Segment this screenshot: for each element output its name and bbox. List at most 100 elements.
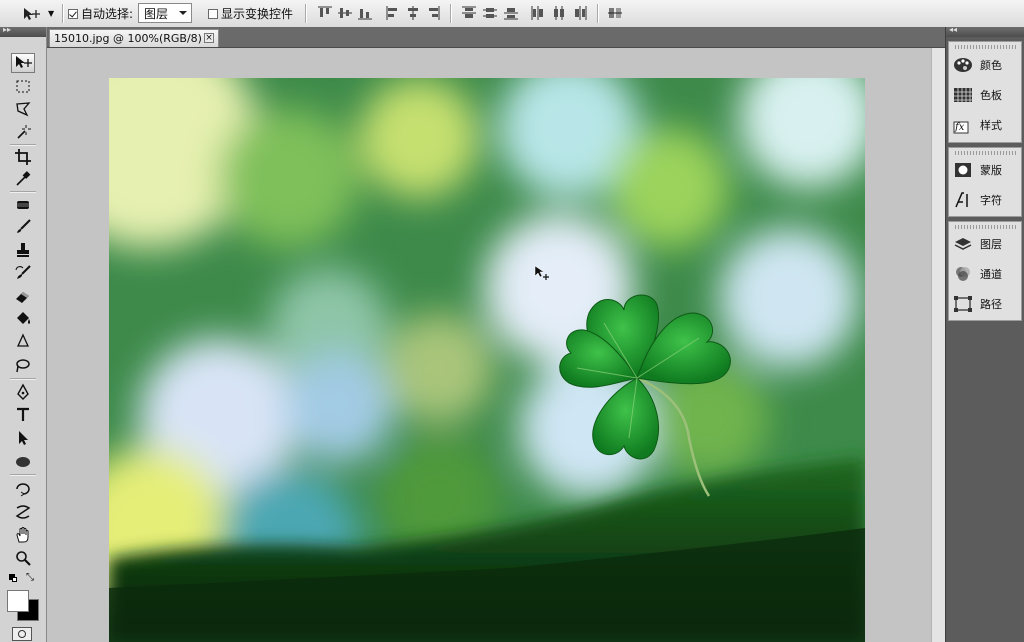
zoom-tool-icon: [16, 551, 31, 566]
panel-label-channels: 通道: [980, 268, 1002, 281]
quick-mask-button[interactable]: [12, 627, 32, 641]
document-tab-title: 15010.jpg @ 100%(RGB/8): [54, 32, 202, 45]
svg-text:fx: fx: [954, 122, 965, 133]
show-transform-label: 显示变换控件: [221, 7, 294, 21]
move-tool-icon: [16, 56, 32, 68]
distribute-vcenter-icon[interactable]: [482, 5, 498, 21]
marquee-tool[interactable]: [11, 77, 35, 97]
panel-label-paths: 路径: [980, 298, 1002, 311]
distribute-hcenter-icon[interactable]: [551, 5, 567, 21]
crop-tool[interactable]: [11, 147, 35, 167]
path-selection-tool-icon: [19, 431, 28, 445]
clone-stamp-tool-icon: [17, 243, 29, 257]
3d-orbit-tool-icon: [15, 505, 31, 519]
panel-button-character[interactable]: 字符: [953, 188, 1019, 212]
panel-dock: ◂◂ 颜色 色板 fx 样式 蒙版 字符 图层 通道 路径: [945, 25, 1024, 642]
paint-bucket-tool[interactable]: [11, 309, 35, 329]
panel-label-layers: 图层: [980, 238, 1002, 251]
magic-wand-tool[interactable]: [11, 122, 35, 142]
align-top-icon[interactable]: [317, 5, 333, 21]
panel-dock-header[interactable]: ◂◂: [946, 25, 1024, 37]
dodge-tool[interactable]: [11, 355, 35, 375]
ellipse-tool-icon: [16, 457, 30, 467]
swatches-grid-icon: [954, 88, 972, 102]
panel-group-layers: 图层 通道 路径: [948, 221, 1022, 321]
distribute-right-icon[interactable]: [572, 5, 588, 21]
paths-icon: [954, 296, 972, 312]
panel-button-layers[interactable]: 图层: [953, 232, 1019, 256]
hand-tool[interactable]: [11, 525, 35, 545]
marquee-tool-icon: [16, 80, 30, 93]
move-tool[interactable]: [11, 53, 35, 73]
default-colors-icon[interactable]: [9, 574, 17, 582]
panel-button-styles[interactable]: fx 样式: [953, 113, 1019, 137]
magic-wand-tool-icon: [17, 125, 31, 139]
eyedropper-tool[interactable]: [11, 169, 35, 189]
type-tool-icon: [17, 407, 29, 421]
crop-tool-icon: [15, 149, 31, 165]
panel-button-channels[interactable]: 通道: [953, 262, 1019, 286]
distribute-top-icon[interactable]: [461, 5, 477, 21]
panel-label-swatches: 色板: [980, 89, 1002, 102]
align-right-icon[interactable]: [425, 5, 441, 21]
pen-tool[interactable]: [11, 382, 35, 402]
history-brush-tool[interactable]: [11, 263, 35, 283]
options-bar: ▼ 自动选择: 图层 显示变换控件: [0, 0, 1024, 28]
distribute-left-icon[interactable]: [530, 5, 546, 21]
auto-align-layers-icon[interactable]: [607, 5, 623, 21]
lasso-tool[interactable]: [11, 99, 35, 119]
swap-colors-icon[interactable]: ⤡: [26, 572, 34, 583]
show-transform-toggle[interactable]: 显示变换控件: [208, 0, 293, 27]
align-left-icon[interactable]: [385, 5, 401, 21]
document-tab-bar: 15010.jpg @ 100%(RGB/8) ×: [47, 27, 945, 48]
panel-button-paths[interactable]: 路径: [953, 292, 1019, 316]
chevron-down-icon: ▼: [48, 9, 55, 18]
auto-select-dropdown[interactable]: 图层: [138, 3, 192, 23]
brush-tool[interactable]: [11, 217, 35, 237]
panel-label-styles: 样式: [980, 119, 1002, 132]
document-tab[interactable]: 15010.jpg @ 100%(RGB/8) ×: [49, 29, 219, 47]
collapse-arrows-icon[interactable]: ▸▸: [3, 25, 11, 34]
close-icon[interactable]: ×: [204, 33, 214, 43]
auto-select-label: 自动选择:: [81, 7, 134, 21]
align-bottom-icon[interactable]: [357, 5, 373, 21]
align-hcenter-icon[interactable]: [405, 5, 421, 21]
ellipse-tool[interactable]: [11, 452, 35, 472]
character-type-icon: [955, 192, 968, 208]
dodge-tool-icon: [16, 359, 30, 373]
healing-brush-tool[interactable]: [11, 195, 35, 215]
mask-icon: [955, 163, 971, 177]
fx-styles-icon: fx: [953, 121, 969, 134]
type-tool[interactable]: [11, 405, 35, 425]
chevron-down-icon: [179, 11, 187, 15]
lasso-tool-icon: [16, 102, 31, 117]
3d-orbit-tool[interactable]: [11, 502, 35, 522]
vertical-scrollbar[interactable]: [931, 48, 946, 642]
panel-button-swatches[interactable]: 色板: [953, 83, 1019, 107]
panel-button-masks[interactable]: 蒙版: [953, 158, 1019, 182]
path-selection-tool[interactable]: [11, 428, 35, 448]
blur-tool[interactable]: [11, 332, 35, 352]
clone-stamp-tool[interactable]: [11, 240, 35, 260]
canvas-area[interactable]: [47, 48, 931, 642]
panel-label-character: 字符: [980, 194, 1002, 207]
zoom-tool[interactable]: [11, 548, 35, 568]
clover-photo: [109, 78, 865, 642]
foreground-color-swatch[interactable]: [7, 590, 29, 612]
toolbox-header[interactable]: ▸▸: [0, 25, 46, 37]
auto-select-toggle[interactable]: 自动选择:: [68, 0, 133, 27]
collapse-arrows-icon[interactable]: ◂◂: [949, 25, 957, 34]
toolbox: ▸▸ ⤡: [0, 25, 47, 642]
eraser-tool[interactable]: [11, 286, 35, 306]
auto-select-checkbox[interactable]: [68, 8, 78, 19]
3d-rotate-tool[interactable]: [11, 479, 35, 499]
auto-select-value: 图层: [144, 6, 169, 21]
distribute-bottom-icon[interactable]: [503, 5, 519, 21]
panel-button-color[interactable]: 颜色: [953, 53, 1019, 77]
eraser-tool-icon: [16, 292, 29, 303]
show-transform-checkbox[interactable]: [208, 8, 218, 19]
quick-mask-icon: [18, 630, 26, 638]
tool-preset-picker[interactable]: ▼: [22, 0, 54, 27]
align-vcenter-icon[interactable]: [337, 5, 353, 21]
document-image[interactable]: [109, 78, 865, 642]
